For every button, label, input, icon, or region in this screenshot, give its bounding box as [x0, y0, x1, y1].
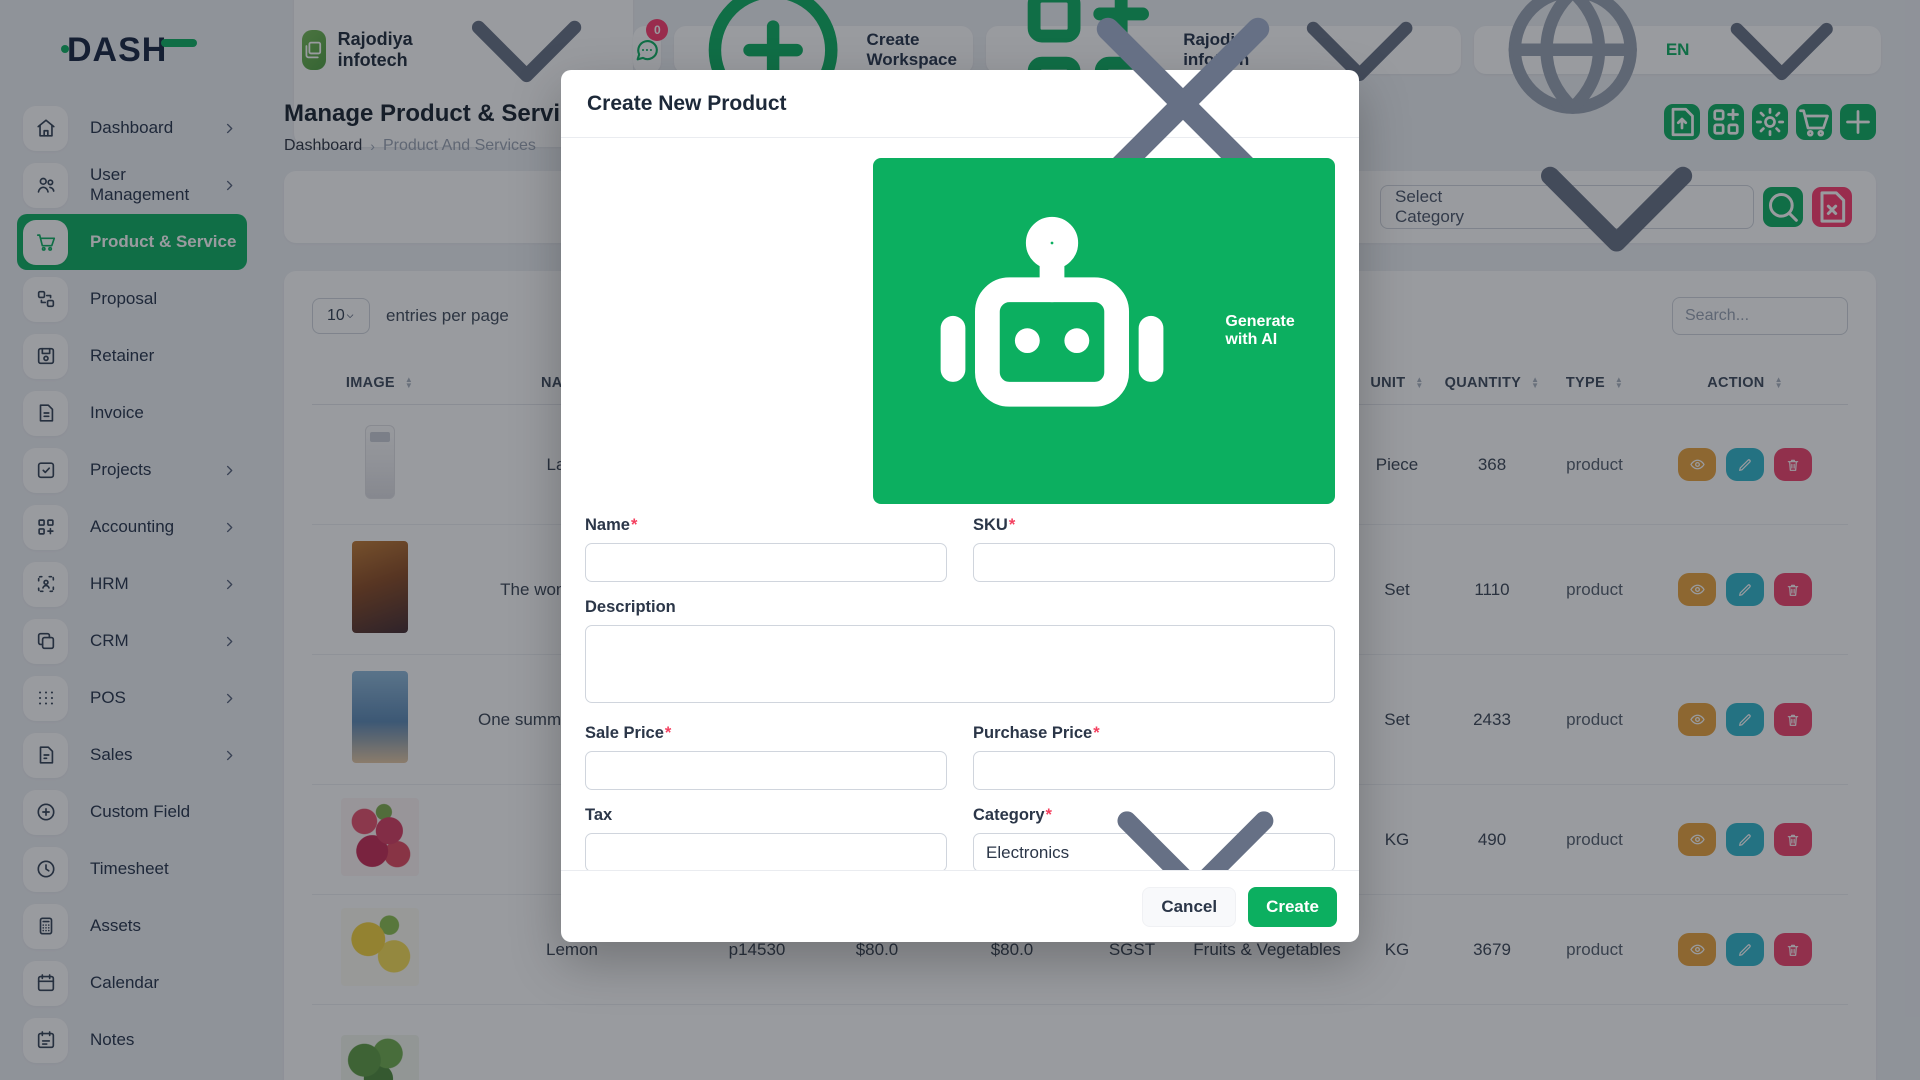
create-button[interactable]: Create	[1248, 887, 1337, 927]
chevron-down-icon	[1069, 726, 1322, 870]
modal-body: Generate with AI Name* SKU* Description …	[561, 138, 1359, 870]
name-input[interactable]	[585, 543, 947, 582]
chevron-down-icon	[634, 808, 934, 870]
sale-price-label: Sale Price	[585, 724, 664, 742]
modal-footer: Cancel Create	[561, 870, 1359, 942]
category-select-value: Electronics	[986, 843, 1069, 863]
sale-price-input[interactable]	[585, 751, 947, 790]
sku-label: SKU	[973, 516, 1008, 534]
sku-input[interactable]	[973, 543, 1335, 582]
create-product-modal: Create New Product Generate with AI Name…	[561, 70, 1359, 942]
category-label: Category	[973, 806, 1045, 824]
name-label: Name	[585, 516, 630, 534]
category-select[interactable]: Electronics	[973, 833, 1335, 870]
description-textarea[interactable]	[585, 625, 1335, 703]
description-label: Description	[585, 598, 1335, 617]
generate-with-ai-button[interactable]: Generate with AI	[873, 158, 1335, 504]
cancel-button[interactable]: Cancel	[1142, 887, 1236, 927]
robot-icon	[887, 166, 1217, 496]
modal-title: Create New Product	[587, 92, 787, 116]
modal-header: Create New Product	[561, 70, 1359, 138]
